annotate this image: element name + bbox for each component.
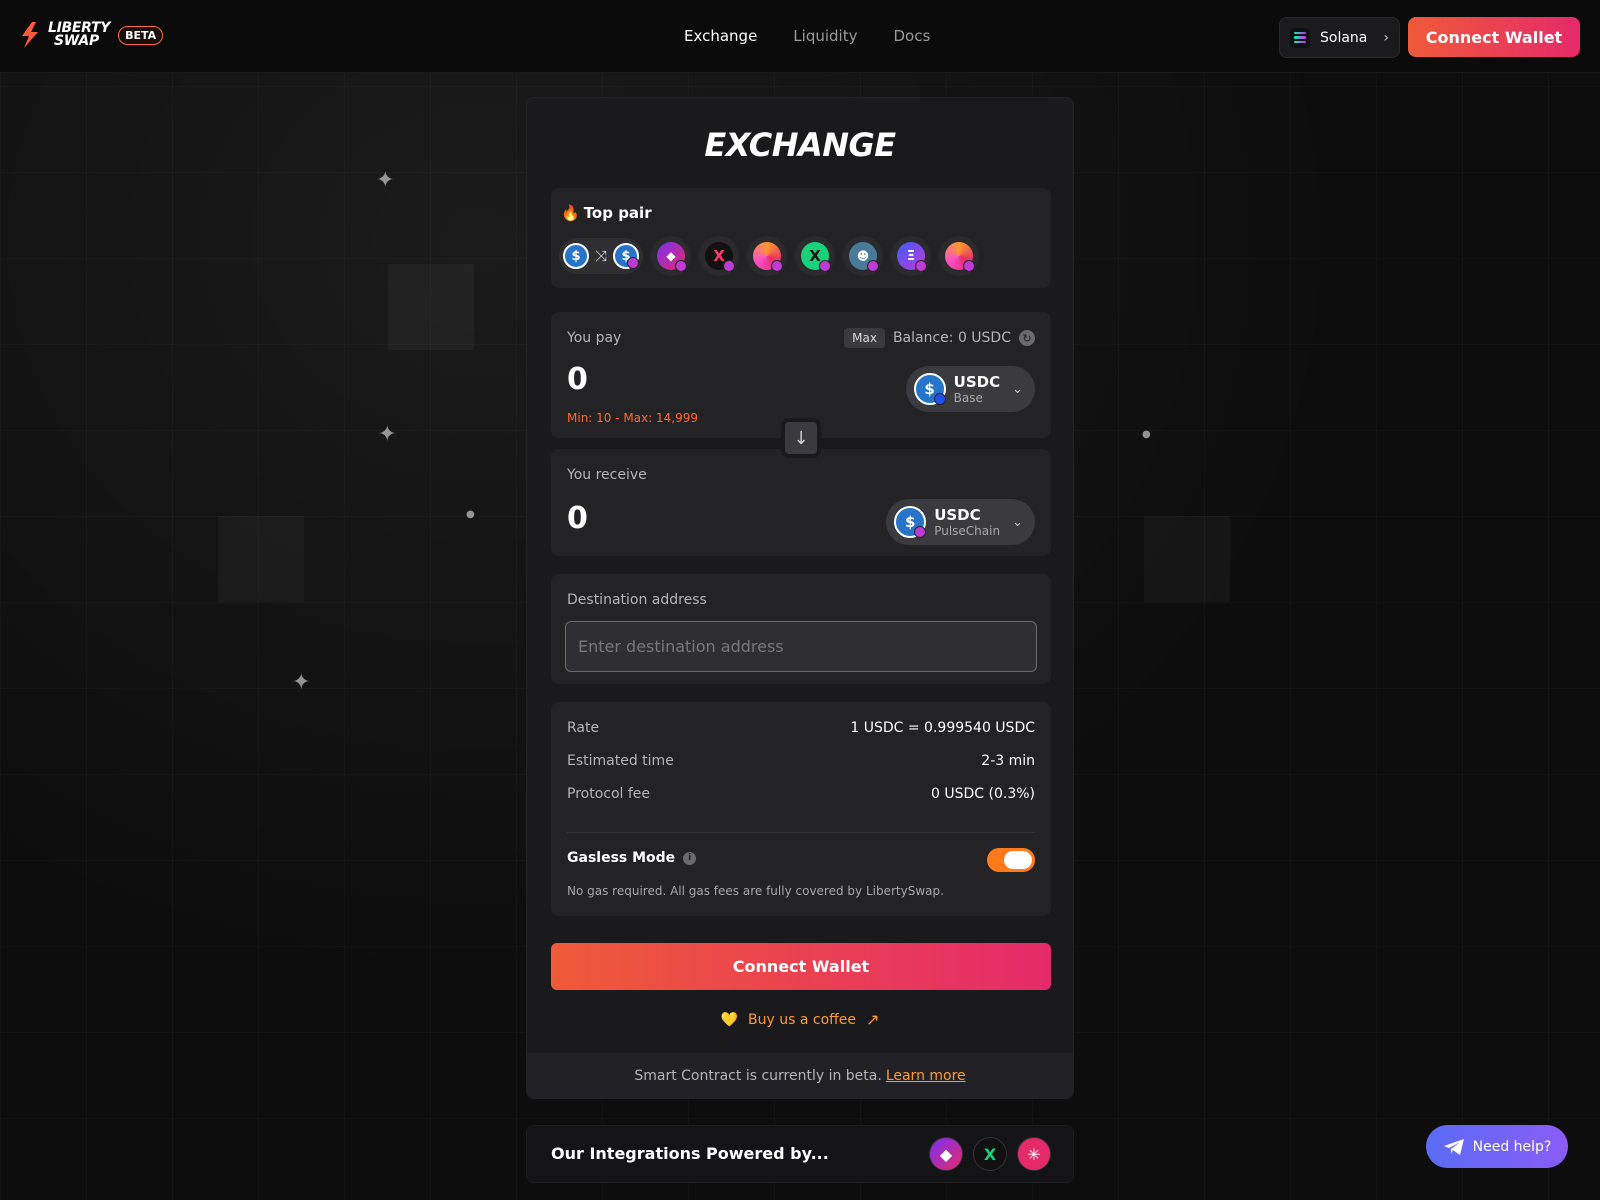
top-nav-bar: LIBERTY SWAP BETA Exchange Liquidity Doc… xyxy=(0,0,1600,73)
you-receive-panel: You receive 0 $ USDC PulseChain ⌄ xyxy=(551,449,1051,556)
exchange-card: EXCHANGE 🔥 Top pair $ ⤨ $ ◆ X X ☻ Ξ You … xyxy=(526,97,1074,1099)
top-pair-token-3[interactable] xyxy=(747,236,788,276)
rate-row: Rate 1 USDC = 0.999540 USDC xyxy=(567,720,1035,736)
destination-label: Destination address xyxy=(567,592,707,608)
time-row: Estimated time 2-3 min xyxy=(567,753,1035,769)
buy-coffee-link[interactable]: 💛 Buy us a coffee ↗ xyxy=(527,1010,1073,1029)
nav-docs[interactable]: Docs xyxy=(893,27,930,45)
arrow-down-icon: ↓ xyxy=(793,427,809,449)
refresh-balance-icon[interactable]: ↻ xyxy=(1019,330,1035,346)
chain-selector-button[interactable]: Solana › xyxy=(1279,17,1400,58)
max-button[interactable]: Max xyxy=(844,328,885,348)
receive-amount: 0 xyxy=(567,501,588,536)
logo-line-2: SWAP xyxy=(54,33,99,49)
info-icon[interactable]: i xyxy=(683,851,697,865)
beta-badge: BETA xyxy=(118,25,164,45)
rate-label: Rate xyxy=(567,720,600,736)
top-pair-token-1[interactable]: ◆ xyxy=(651,236,692,276)
need-help-label: Need help? xyxy=(1472,1138,1552,1155)
fire-icon: 🔥 xyxy=(561,204,580,222)
fee-value: 0 USDC (0.3%) xyxy=(931,786,1035,802)
top-pair-usdc-usdc[interactable]: $ ⤨ $ xyxy=(559,238,644,274)
receive-token-selector[interactable]: $ USDC PulseChain ⌄ xyxy=(886,499,1035,545)
usdc-icon: $ xyxy=(913,373,946,405)
you-receive-label: You receive xyxy=(567,467,647,483)
connect-wallet-header-button[interactable]: Connect Wallet xyxy=(1408,17,1580,57)
hex-token-icon xyxy=(753,242,784,272)
top-pair-label: Top pair xyxy=(583,204,652,222)
x-token-icon: X xyxy=(705,242,736,272)
time-value: 2-3 min xyxy=(981,753,1035,769)
chevron-right-icon: › xyxy=(1383,29,1389,46)
pepe-token-icon: ☻ xyxy=(849,242,880,272)
time-label: Estimated time xyxy=(567,753,674,769)
pay-amount[interactable]: 0 xyxy=(567,362,588,397)
asterisk-icon[interactable]: ✳ xyxy=(1017,1137,1051,1171)
telegram-icon xyxy=(1443,1138,1464,1155)
beta-notice-text: Smart Contract is currently in beta. xyxy=(634,1067,882,1084)
need-help-button[interactable]: Need help? xyxy=(1426,1125,1568,1168)
x-token-green-icon: X xyxy=(801,242,832,272)
top-pair-token-4[interactable]: X xyxy=(795,236,836,276)
chain-name: Solana xyxy=(1320,29,1368,46)
shuffle-icon: ⤨ xyxy=(595,247,608,265)
stablecoin-icon: Ξ xyxy=(897,242,928,272)
usdc-icon: $ xyxy=(613,243,640,269)
top-pair-token-7[interactable] xyxy=(939,236,980,276)
beta-notice: Smart Contract is currently in beta. Lea… xyxy=(527,1053,1073,1098)
fee-label: Protocol fee xyxy=(567,786,651,802)
integrations-title: Our Integrations Powered by... xyxy=(551,1144,829,1163)
top-pair-list: $ ⤨ $ ◆ X X ☻ Ξ xyxy=(559,236,980,276)
usdc-icon: $ xyxy=(563,243,589,269)
x-token-icon[interactable]: X xyxy=(973,1137,1007,1171)
external-arrow-icon: ↗ xyxy=(866,1010,880,1029)
top-pair-token-6[interactable]: Ξ xyxy=(891,236,932,276)
toggle-knob xyxy=(1004,851,1032,869)
page-title: EXCHANGE xyxy=(704,126,896,164)
swap-direction-button[interactable]: ↓ xyxy=(781,418,821,458)
nav-liquidity[interactable]: Liquidity xyxy=(793,27,857,45)
coffee-label: Buy us a coffee xyxy=(748,1011,857,1028)
logo-flame-icon xyxy=(22,22,38,48)
connect-wallet-button[interactable]: Connect Wallet xyxy=(551,943,1051,990)
divider xyxy=(567,832,1035,833)
heart-hand-icon: 💛 xyxy=(720,1011,739,1028)
pay-limits: Min: 10 - Max: 14,999 xyxy=(567,411,699,425)
pulsex-icon[interactable]: ◆ xyxy=(929,1137,963,1171)
you-pay-label: You pay xyxy=(567,330,622,346)
top-pair-panel: 🔥 Top pair $ ⤨ $ ◆ X X ☻ Ξ xyxy=(551,188,1051,288)
fee-row: Protocol fee 0 USDC (0.3%) xyxy=(567,786,1035,802)
solana-icon xyxy=(1290,27,1310,48)
nav-exchange[interactable]: Exchange xyxy=(684,27,757,45)
destination-address-input[interactable] xyxy=(565,621,1037,672)
pay-token-selector[interactable]: $ USDC Base ⌄ xyxy=(905,366,1035,412)
gasless-label: Gasless Mode xyxy=(567,850,676,866)
gasless-note: No gas required. All gas fees are fully … xyxy=(567,884,944,898)
top-pair-token-5[interactable]: ☻ xyxy=(843,236,884,276)
main-nav: Exchange Liquidity Docs xyxy=(684,27,930,45)
pay-token-symbol: USDC xyxy=(953,372,1001,391)
receive-token-symbol: USDC xyxy=(934,505,981,524)
pay-token-network: Base xyxy=(953,390,983,405)
integrations-panel: Our Integrations Powered by... ◆ X ✳ xyxy=(526,1125,1074,1183)
hex-token-icon xyxy=(945,242,976,272)
usdc-icon: $ xyxy=(894,506,927,538)
learn-more-link[interactable]: Learn more xyxy=(886,1068,966,1084)
chevron-down-icon: ⌄ xyxy=(1012,514,1023,530)
receive-token-network: PulseChain xyxy=(934,523,1001,538)
gasless-toggle[interactable] xyxy=(987,848,1035,872)
rate-value: 1 USDC = 0.999540 USDC xyxy=(850,720,1035,736)
top-pair-token-2[interactable]: X xyxy=(699,236,740,276)
swap-details-panel: Rate 1 USDC = 0.999540 USDC Estimated ti… xyxy=(551,702,1051,916)
libertyswap-logo[interactable]: LIBERTY SWAP BETA xyxy=(18,20,164,50)
chevron-down-icon: ⌄ xyxy=(1012,381,1023,397)
balance-text: Balance: 0 USDC xyxy=(892,330,1011,346)
pulsex-icon: ◆ xyxy=(657,242,688,272)
destination-panel: Destination address xyxy=(551,574,1051,684)
